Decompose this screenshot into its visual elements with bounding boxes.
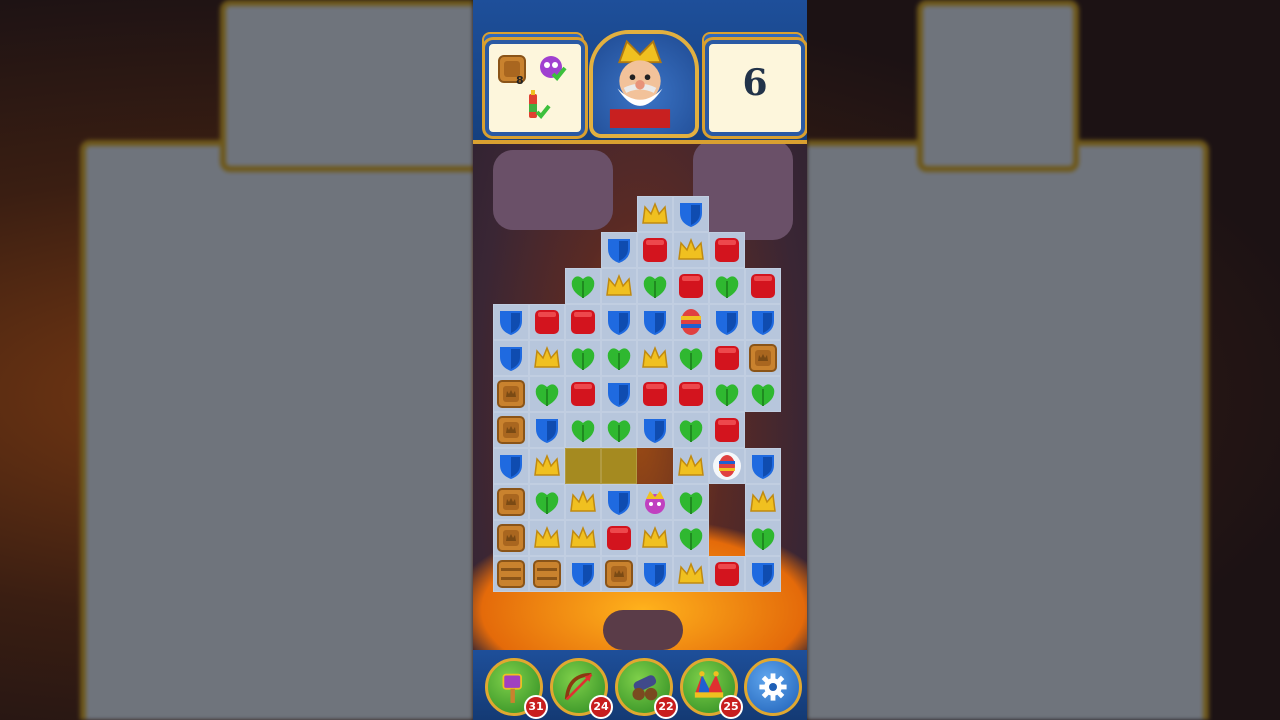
top-bar: Ziel 8 Züge: [473, 0, 807, 144]
king-avatar: [589, 30, 699, 138]
game-board: [493, 196, 787, 596]
purple-creature-icon: [537, 52, 567, 82]
gear-icon: [759, 673, 787, 701]
moves-counter: 6: [742, 62, 768, 104]
potion-bottle-icon: [523, 90, 553, 122]
jester-hat-booster-button[interactable]: 25: [680, 658, 743, 719]
goal-crate-count: 8: [516, 74, 524, 87]
settings-button[interactable]: [744, 658, 802, 716]
cave-rock: [603, 610, 683, 650]
background-blur-right: [807, 0, 1280, 720]
arrow-booster-button[interactable]: 24: [550, 658, 613, 719]
cannon-booster-button[interactable]: 22: [615, 658, 678, 719]
jester-hat-booster-count: 25: [719, 695, 743, 719]
hammer-booster-button[interactable]: 31: [485, 658, 548, 719]
goal-panel: 8: [485, 40, 585, 136]
arrow-booster-count: 24: [589, 695, 613, 719]
hammer-booster-count: 31: [524, 695, 548, 719]
cannon-booster-count: 22: [654, 695, 678, 719]
game-screen: Ziel 8 Züge: [473, 0, 807, 720]
board-frame: [490, 193, 784, 595]
background-blur-left: [0, 0, 473, 720]
